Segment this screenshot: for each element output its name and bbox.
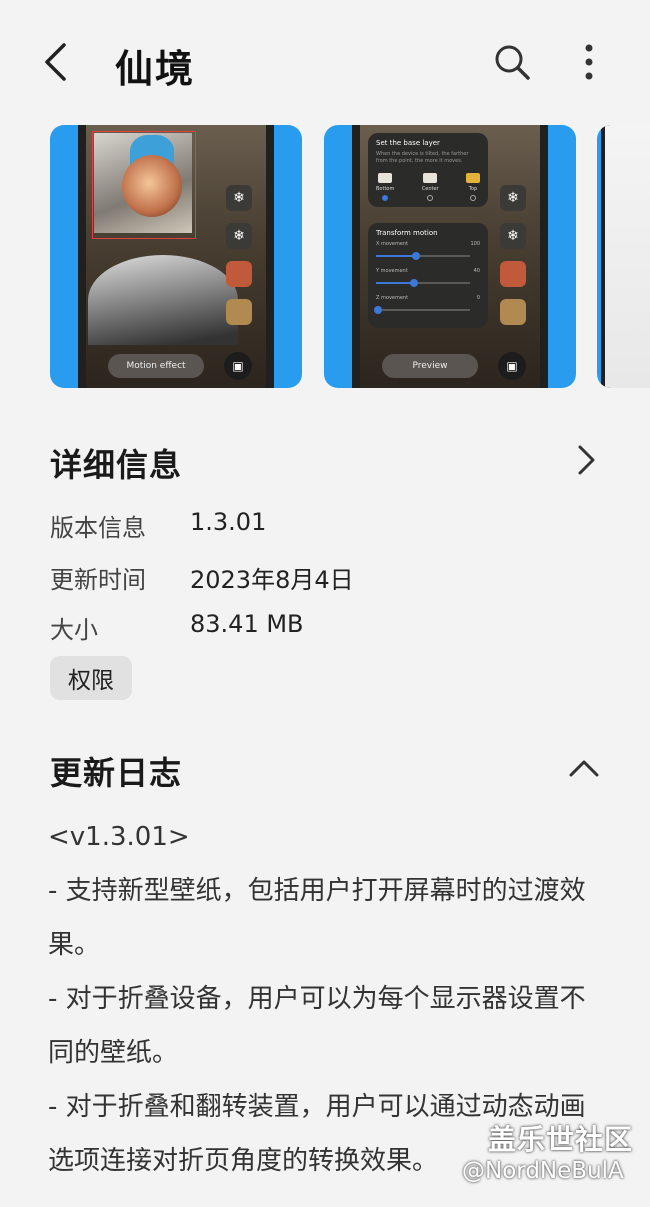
selection-box xyxy=(92,131,196,239)
slider-value: 100 xyxy=(470,241,480,247)
screenshot-1[interactable]: ❄ ❄ Motion effect ▣ xyxy=(50,125,302,388)
snowflake-icon[interactable]: ❄ xyxy=(226,185,252,211)
version-value: 1.3.01 xyxy=(190,508,267,536)
slider-value: 0 xyxy=(476,295,480,301)
radio-selected[interactable] xyxy=(382,195,389,201)
snowflake-icon[interactable]: ❄ xyxy=(500,185,526,211)
search-button[interactable] xyxy=(486,36,538,88)
slider-track xyxy=(376,309,470,311)
slider-row: Y movement 40 xyxy=(376,268,480,274)
image-add-icon[interactable]: ▣ xyxy=(224,352,252,380)
details-expand-button[interactable] xyxy=(566,440,606,480)
base-layer-desc: When the device is tilted, the farther f… xyxy=(376,151,469,164)
update-time-label: 更新时间 xyxy=(50,566,146,594)
radio[interactable] xyxy=(427,195,434,201)
preview-button[interactable]: Preview xyxy=(382,354,478,378)
screenshot-2[interactable]: Set the base layer When the device is ti… xyxy=(324,125,576,388)
layer-icons: ❄ ❄ xyxy=(500,185,530,337)
movement-slider[interactable] xyxy=(376,277,480,289)
update-time-value: 2023年8月4日 xyxy=(190,566,354,594)
size-value: 83.41 MB xyxy=(190,610,304,638)
more-vert-icon xyxy=(585,44,593,80)
changelog-title: 更新日志 xyxy=(50,754,183,792)
chevron-up-icon xyxy=(569,760,599,777)
search-icon xyxy=(495,45,530,80)
transform-title: Transform motion xyxy=(376,229,438,237)
slider-label: Y movement xyxy=(376,268,408,274)
back-button[interactable] xyxy=(30,36,80,88)
transform-motion-card: Transform motion X movement 100 Y movement… xyxy=(368,223,488,328)
slider-fill xyxy=(376,255,414,257)
slider-knob[interactable] xyxy=(409,279,418,287)
slider-label: Z movement xyxy=(376,295,409,301)
slider-value: 40 xyxy=(473,268,480,274)
option-label: Bottom xyxy=(376,186,395,192)
more-options-button[interactable] xyxy=(566,36,612,88)
phone-screen: ❄ ❄ Motion effect ▣ xyxy=(86,125,266,388)
version-label: 版本信息 xyxy=(50,514,146,542)
app-bar: 仙境 xyxy=(0,0,650,125)
permissions-button[interactable]: 权限 xyxy=(50,656,132,700)
slider-knob[interactable] xyxy=(374,306,382,314)
size-label: 大小 xyxy=(50,616,98,644)
base-layer-title: Set the base layer xyxy=(376,139,440,147)
movement-slider[interactable] xyxy=(374,304,480,316)
changelog-line: - 支持新型壁纸，包括用户打开屏幕时的过渡效果。 xyxy=(48,876,586,960)
slider-label: X movement xyxy=(376,241,409,247)
slider-row: Z movement 0 xyxy=(376,295,480,301)
details-title: 详细信息 xyxy=(50,446,183,484)
screenshot-carousel[interactable]: ❄ ❄ Motion effect ▣ Set the base layer W… xyxy=(0,125,650,390)
layer-thumbnail[interactable] xyxy=(500,299,526,325)
layer-icons: ❄ ❄ xyxy=(226,185,256,337)
slider-fill xyxy=(376,282,412,284)
phone-screen xyxy=(605,125,650,388)
image-add-icon[interactable]: ▣ xyxy=(498,352,526,380)
wallpaper-layer-bw xyxy=(88,255,238,345)
chevron-right-icon xyxy=(578,445,595,475)
snowflake-icon[interactable]: ❄ xyxy=(500,223,526,249)
option-label: Center xyxy=(421,186,439,192)
option-bottom[interactable]: Bottom xyxy=(376,173,394,201)
base-layer-options: Bottom Center Top xyxy=(376,173,480,201)
option-label: Top xyxy=(468,186,478,192)
option-top[interactable]: Top xyxy=(466,173,480,201)
page-title: 仙境 xyxy=(115,47,196,91)
back-arrow-icon xyxy=(45,43,66,81)
option-center[interactable]: Center xyxy=(422,173,439,201)
layer-thumbnail[interactable] xyxy=(500,261,526,287)
slider-knob[interactable] xyxy=(411,252,420,260)
changelog-line: - 对于折叠设备，用户可以为每个显示器设置不同的壁纸。 xyxy=(48,984,586,1068)
radio[interactable] xyxy=(470,195,476,201)
watermark-user: @NordNeBulA xyxy=(462,1158,624,1184)
layer-center-icon xyxy=(423,173,438,183)
screenshot-3[interactable] xyxy=(597,125,650,388)
layer-thumbnail[interactable] xyxy=(226,261,252,287)
changelog-collapse-button[interactable] xyxy=(562,748,606,788)
phone-screen: Set the base layer When the device is ti… xyxy=(360,125,540,388)
base-layer-card: Set the base layer When the device is ti… xyxy=(368,133,488,207)
motion-effect-button[interactable]: Motion effect xyxy=(108,354,204,378)
slider-row: X movement 100 xyxy=(376,241,480,247)
movement-slider[interactable] xyxy=(376,250,480,262)
snowflake-icon[interactable]: ❄ xyxy=(226,223,252,249)
layer-top-icon xyxy=(466,173,480,183)
watermark-site: 盖乐世社区 xyxy=(488,1123,634,1156)
slider-group: X movement 100 Y movement 40 Z movement 0 xyxy=(374,241,480,316)
layer-thumbnail[interactable] xyxy=(226,299,252,325)
layer-bottom-icon xyxy=(378,173,393,183)
changelog-version: <v1.3.01> xyxy=(48,822,190,852)
